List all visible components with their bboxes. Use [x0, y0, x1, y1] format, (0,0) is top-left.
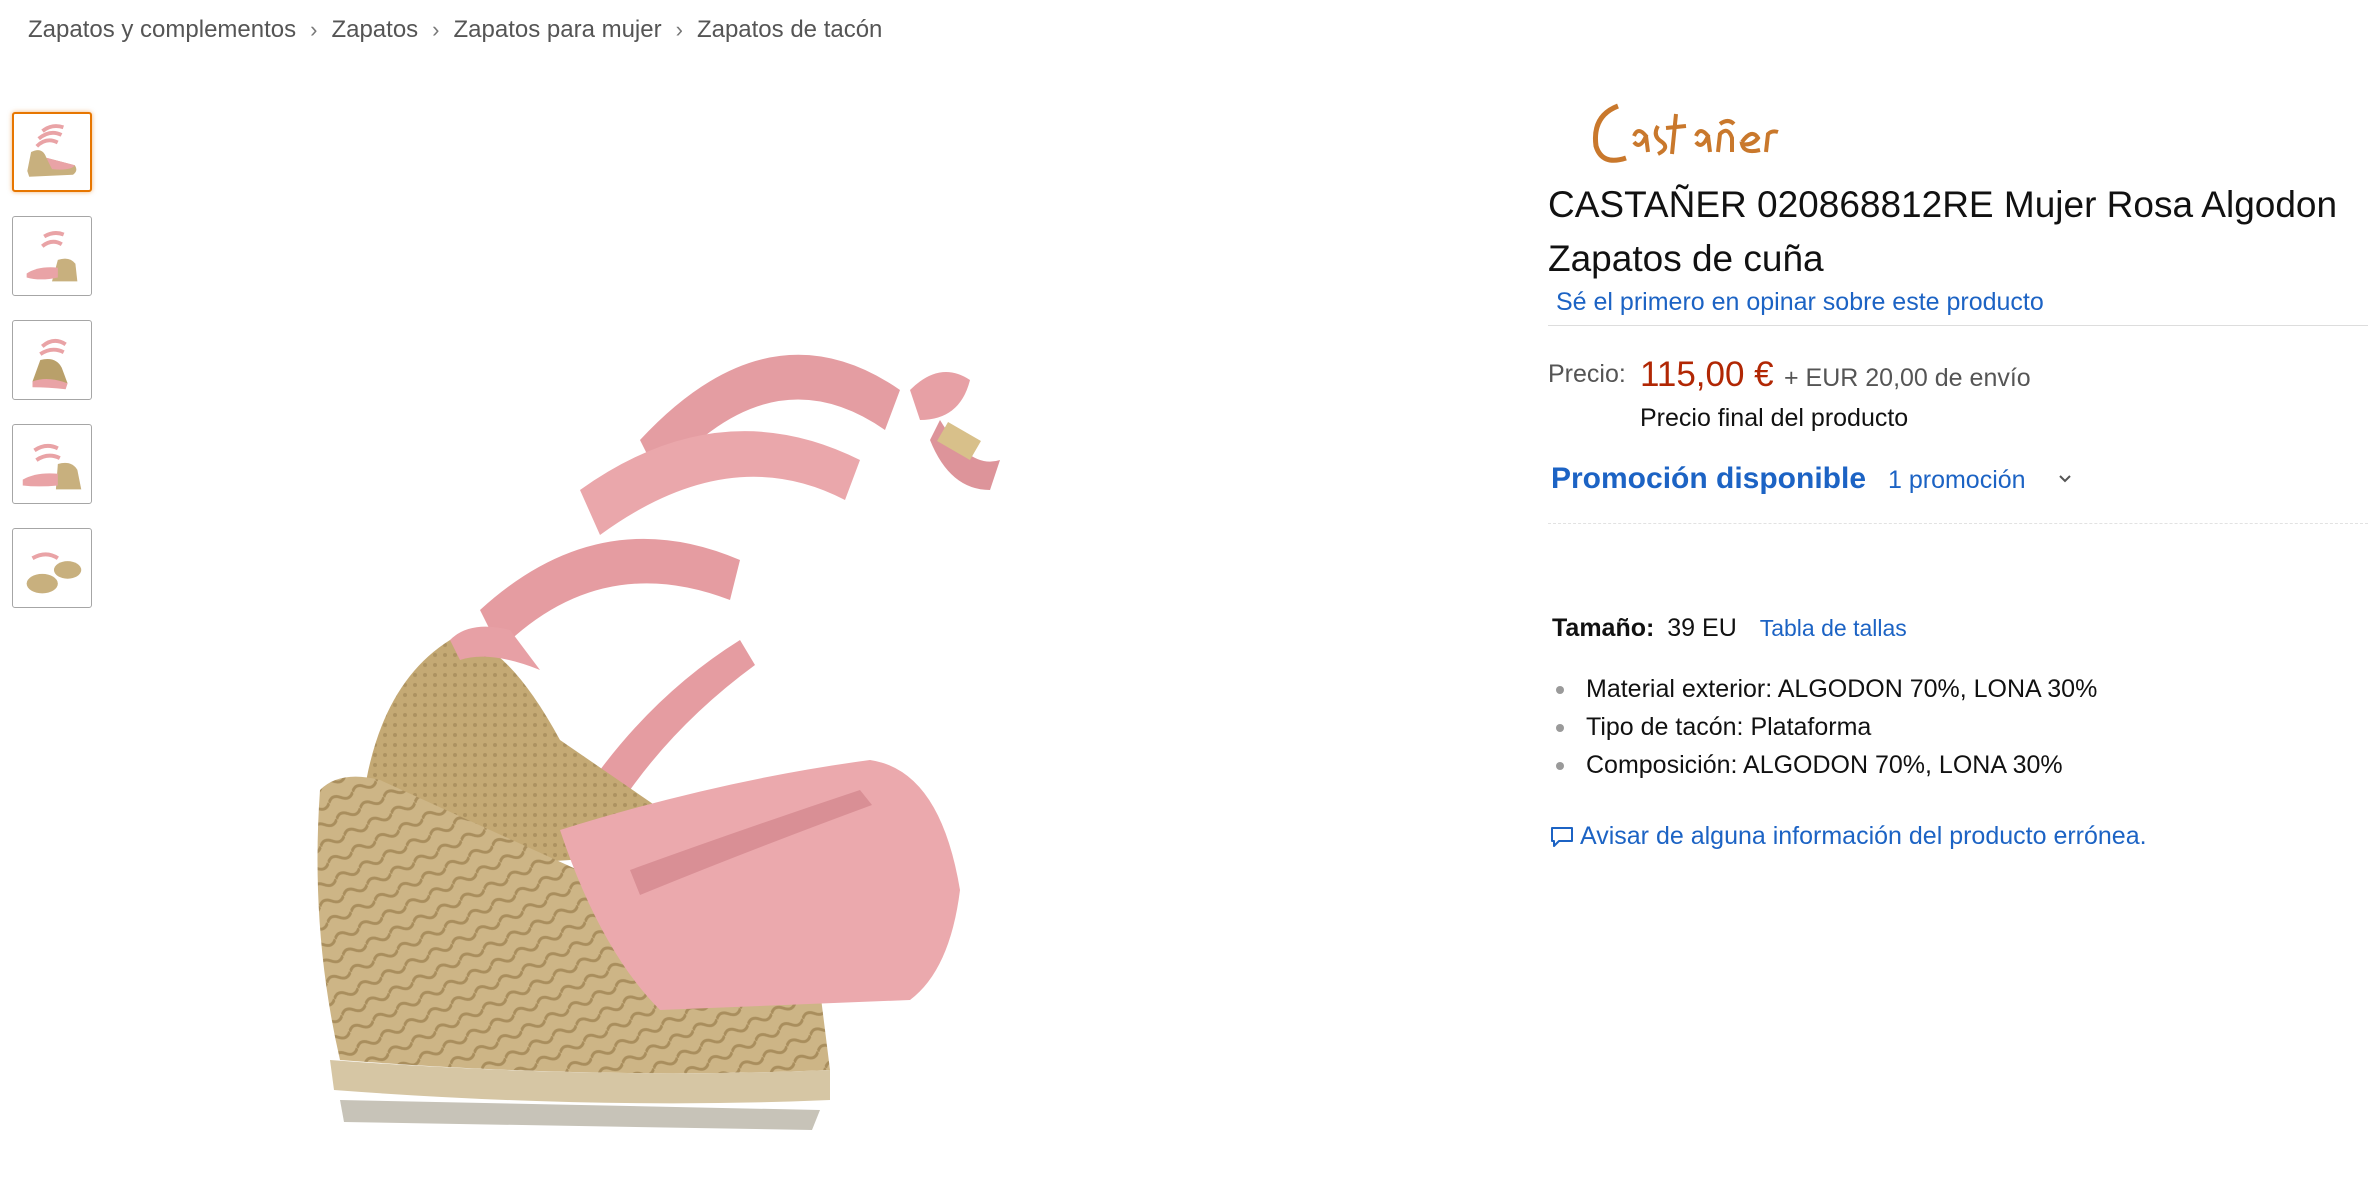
size-row: Tamaño: 39 EU Tabla de tallas [1552, 614, 1907, 643]
breadcrumb-item-zapatos-para-mujer[interactable]: Zapatos para mujer [454, 16, 662, 44]
divider [1548, 523, 2368, 524]
first-review-link[interactable]: Sé el primero en opinar sobre este produ… [1556, 288, 2044, 317]
chevron-down-icon[interactable] [2056, 470, 2074, 488]
thumbnail-3[interactable] [12, 320, 92, 400]
shoe-thumbnail-image [26, 231, 78, 282]
feature-item: Composición: ALGODON 70%, LONA 30% [1552, 746, 2097, 784]
report-link-label: Avisar de alguna información del product… [1580, 822, 2147, 850]
shoe-thumbnail-image [27, 124, 77, 177]
thumbnail-4[interactable] [12, 424, 92, 504]
castaner-logo [1592, 103, 1779, 163]
price-note: Precio final del producto [1640, 404, 1909, 432]
divider [1548, 325, 2368, 326]
feature-item: Tipo de tacón: Plataforma [1552, 708, 2097, 746]
promotion-label[interactable]: Promoción disponible [1551, 462, 1866, 496]
feature-list: Material exterior: ALGODON 70%, LONA 30%… [1552, 670, 2097, 784]
espadrille-wedge-image [317, 354, 1000, 1130]
report-incorrect-info-link[interactable]: Avisar de alguna información del product… [1550, 822, 2147, 851]
thumbnail-2[interactable] [12, 216, 92, 296]
breadcrumb-item-zapatos-y-complementos[interactable]: Zapatos y complementos [28, 16, 296, 44]
shoe-thumbnail-image [32, 339, 68, 390]
breadcrumb-item-zapatos-de-tacon[interactable]: Zapatos de tacón [697, 16, 882, 44]
size-label: Tamaño: [1552, 614, 1655, 642]
main-product-image[interactable] [300, 310, 1280, 1180]
breadcrumb-separator: › [675, 17, 683, 42]
promotion-count-link[interactable]: 1 promoción [1888, 466, 2026, 495]
price-value: 115,00 € [1640, 355, 1774, 394]
breadcrumb: Zapatos y complementos › Zapatos › Zapat… [28, 10, 882, 50]
thumbnail-5[interactable] [12, 528, 92, 608]
shoe-thumbnail-image [26, 552, 82, 594]
shoe-thumbnail-image [22, 443, 82, 490]
thumbnail-1[interactable] [12, 112, 92, 192]
brand-logo[interactable] [1582, 66, 1782, 186]
breadcrumb-separator: › [310, 17, 318, 42]
size-chart-link[interactable]: Tabla de tallas [1760, 615, 1907, 641]
breadcrumb-item-zapatos[interactable]: Zapatos [331, 16, 418, 44]
product-title: CASTAÑER 020868812RE Mujer Rosa Algodon … [1548, 184, 2338, 279]
thumbnail-list [12, 112, 92, 632]
price-label: Precio: [1548, 360, 1626, 388]
size-value: 39 EU [1667, 614, 1737, 642]
shipping-cost: + EUR 20,00 de envío [1784, 364, 2031, 392]
breadcrumb-separator: › [432, 17, 440, 42]
feature-item: Material exterior: ALGODON 70%, LONA 30% [1552, 670, 2097, 708]
speech-bubble-icon [1551, 826, 1573, 847]
